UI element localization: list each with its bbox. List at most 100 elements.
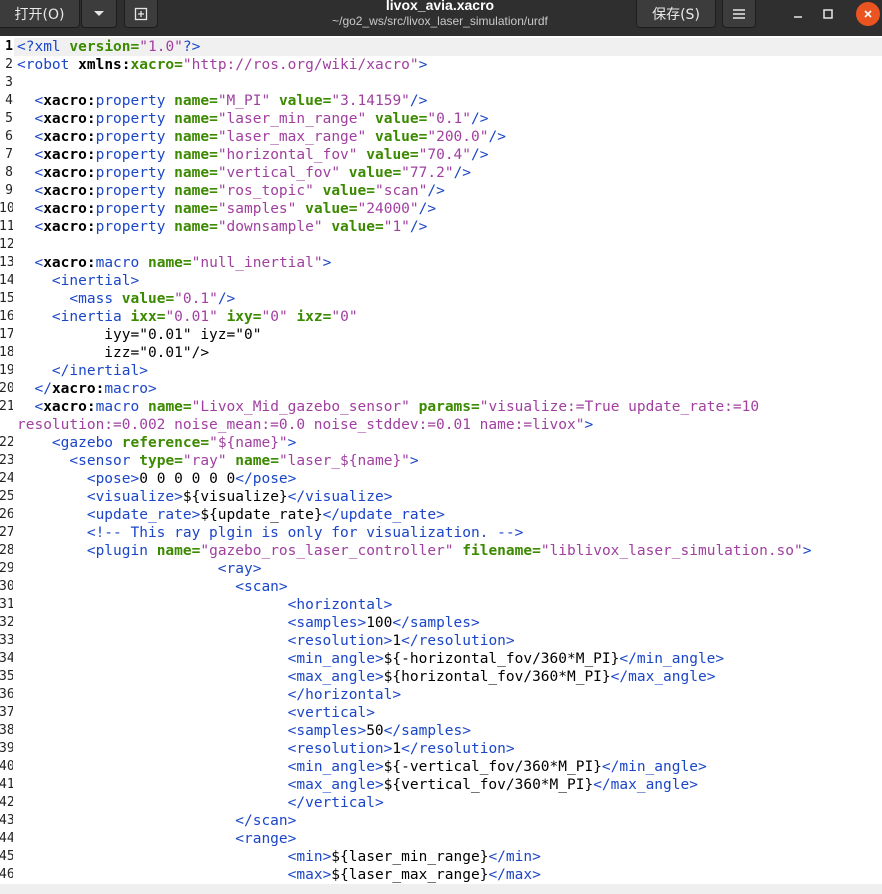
code-line: <update_rate>${update_rate}</update_rate…: [86, 507, 445, 523]
minimize-icon: [794, 16, 802, 18]
code-line: <pose>0 0 0 0 0 0</pose>: [86, 471, 297, 487]
save-button[interactable]: 保存(S): [636, 0, 716, 28]
text-editor[interactable]: 1 <?xml version="1.0"?> 2 <robot xmlns:xacr…: [0, 36, 882, 894]
code-line: <resolution>1</resolution>: [287, 633, 515, 649]
line-number: 18: [0, 345, 13, 360]
line-number: 1: [5, 39, 13, 54]
line-number: 33: [0, 633, 13, 648]
line-number: 3: [5, 75, 13, 90]
code-line: <xacro:macro name="null_inertial">: [34, 255, 332, 271]
line-number: 31: [0, 597, 13, 612]
code-line: <max_angle>${horizontal_fov/360*M_PI}</m…: [287, 669, 716, 685]
code-line: <!-- This ray plgin is only for visualiz…: [86, 525, 524, 541]
code-line: <xacro:property name="M_PI" value="3.141…: [34, 93, 428, 109]
line-number: 24: [0, 471, 13, 486]
code-line: <max>${laser_max_range}</max>: [287, 867, 541, 883]
line-number: 38: [0, 723, 13, 738]
code-line: <xacro:property name="downsample" value=…: [34, 219, 428, 235]
code-line: <mass value="0.1"/>: [69, 291, 236, 307]
open-dropdown-button[interactable]: [81, 0, 117, 28]
code-line: <range>: [235, 831, 297, 847]
line-number: 23: [0, 453, 13, 468]
line-number: 43: [0, 813, 13, 828]
window-subtitle: ~/go2_ws/src/livox_laser_simulation/urdf: [332, 14, 548, 28]
code-line: <sensor type="ray" name="laser_${name}">: [69, 453, 419, 469]
title-bar: 打开(O) livox_avia.xacro ~/go2_ws/src/livo…: [0, 0, 882, 36]
line-number: 35: [0, 669, 13, 684]
code-line: <xacro:property name="horizontal_fov" va…: [34, 147, 489, 163]
code-line: </horizontal>: [287, 687, 402, 703]
line-number: 20: [0, 381, 13, 396]
line-number: 16: [0, 309, 13, 324]
line-number: 10: [0, 201, 13, 216]
code-line: <?xml version="1.0"?>: [17, 39, 201, 55]
code-line: <max_angle>${vertical_fov/360*M_PI}</max…: [287, 777, 698, 793]
code-line: <min_angle>${-horizontal_fov/360*M_PI}</…: [287, 651, 725, 667]
line-number: 6: [5, 129, 13, 144]
code-line: </xacro:macro>: [34, 381, 157, 397]
line-number: 25: [0, 489, 13, 504]
open-button[interactable]: 打开(O): [0, 0, 80, 28]
code-line: <samples>50</samples>: [287, 723, 471, 739]
line-number: 42: [0, 795, 13, 810]
code-line: <gazebo reference="${name}">: [51, 435, 297, 451]
new-tab-button[interactable]: [124, 0, 158, 28]
hamburger-menu-icon: [733, 8, 745, 19]
code-line: <visualize>${visualize}</visualize>: [86, 489, 393, 505]
line-number: 44: [0, 831, 13, 846]
chevron-down-icon: [94, 10, 104, 16]
line-number: 4: [5, 93, 13, 108]
code-line: <xacro:macro name="Livox_Mid_gazebo_sens…: [34, 399, 760, 415]
code-line: <horizontal>: [287, 597, 393, 613]
code-line: izz="0.01"/>: [17, 345, 210, 361]
code-line: <ray>: [217, 561, 262, 577]
line-number: 29: [0, 561, 13, 576]
line-number: 22: [0, 435, 13, 450]
code-line: </scan>: [235, 813, 297, 829]
line-number: 13: [0, 255, 13, 270]
new-document-icon: [134, 7, 148, 20]
line-number: 19: [0, 363, 13, 378]
code-line: <xacro:property name="laser_max_range" v…: [34, 129, 506, 145]
line-number: 34: [0, 651, 13, 666]
close-button[interactable]: [856, 2, 880, 26]
maximize-button[interactable]: [816, 2, 840, 26]
code-line: <plugin name="gazebo_ros_laser_controlle…: [86, 543, 812, 559]
line-number: 41: [0, 777, 13, 792]
code-line: <scan>: [235, 579, 288, 595]
line-number: 7: [5, 147, 13, 162]
code-line: <vertical>: [287, 705, 375, 721]
status-bar: [0, 884, 882, 894]
minimize-button[interactable]: [786, 2, 810, 26]
line-number: 14: [0, 273, 13, 288]
line-number: 27: [0, 525, 13, 540]
window-title: livox_avia.xacro: [385, 0, 495, 13]
maximize-icon: [823, 9, 833, 19]
line-number: 37: [0, 705, 13, 720]
line-number: 39: [0, 741, 13, 756]
line-number: 30: [0, 579, 13, 594]
line-number: 36: [0, 687, 13, 702]
code-line: iyy="0.01" iyz="0": [17, 327, 262, 343]
code-line: <xacro:property name="laser_min_range" v…: [34, 111, 489, 127]
line-number: 17: [0, 327, 13, 342]
code-line: <inertia ixx="0.01" ixy="0" ixz="0": [51, 309, 358, 325]
line-number: 45: [0, 849, 13, 864]
menu-button[interactable]: [722, 0, 756, 28]
close-icon: [864, 10, 872, 18]
line-number: 21: [0, 399, 13, 414]
code-line: </vertical>: [287, 795, 384, 811]
line-number: 28: [0, 543, 13, 558]
code-line: <min_angle>${-vertical_fov/360*M_PI}</mi…: [287, 759, 707, 775]
line-number: 9: [5, 183, 13, 198]
code-line: <resolution>1</resolution>: [287, 741, 515, 757]
code-line: <robot xmlns:xacro="http://ros.org/wiki/…: [17, 57, 428, 73]
line-number: 12: [0, 237, 13, 252]
line-number: 26: [0, 507, 13, 522]
code-line: <xacro:property name="ros_topic" value="…: [34, 183, 445, 199]
line-number: 15: [0, 291, 13, 306]
line-number: 8: [5, 165, 13, 180]
code-line: <xacro:property name="vertical_fov" valu…: [34, 165, 472, 181]
code-line: <xacro:property name="samples" value="24…: [34, 201, 437, 217]
code-line: <samples>100</samples>: [287, 615, 480, 631]
